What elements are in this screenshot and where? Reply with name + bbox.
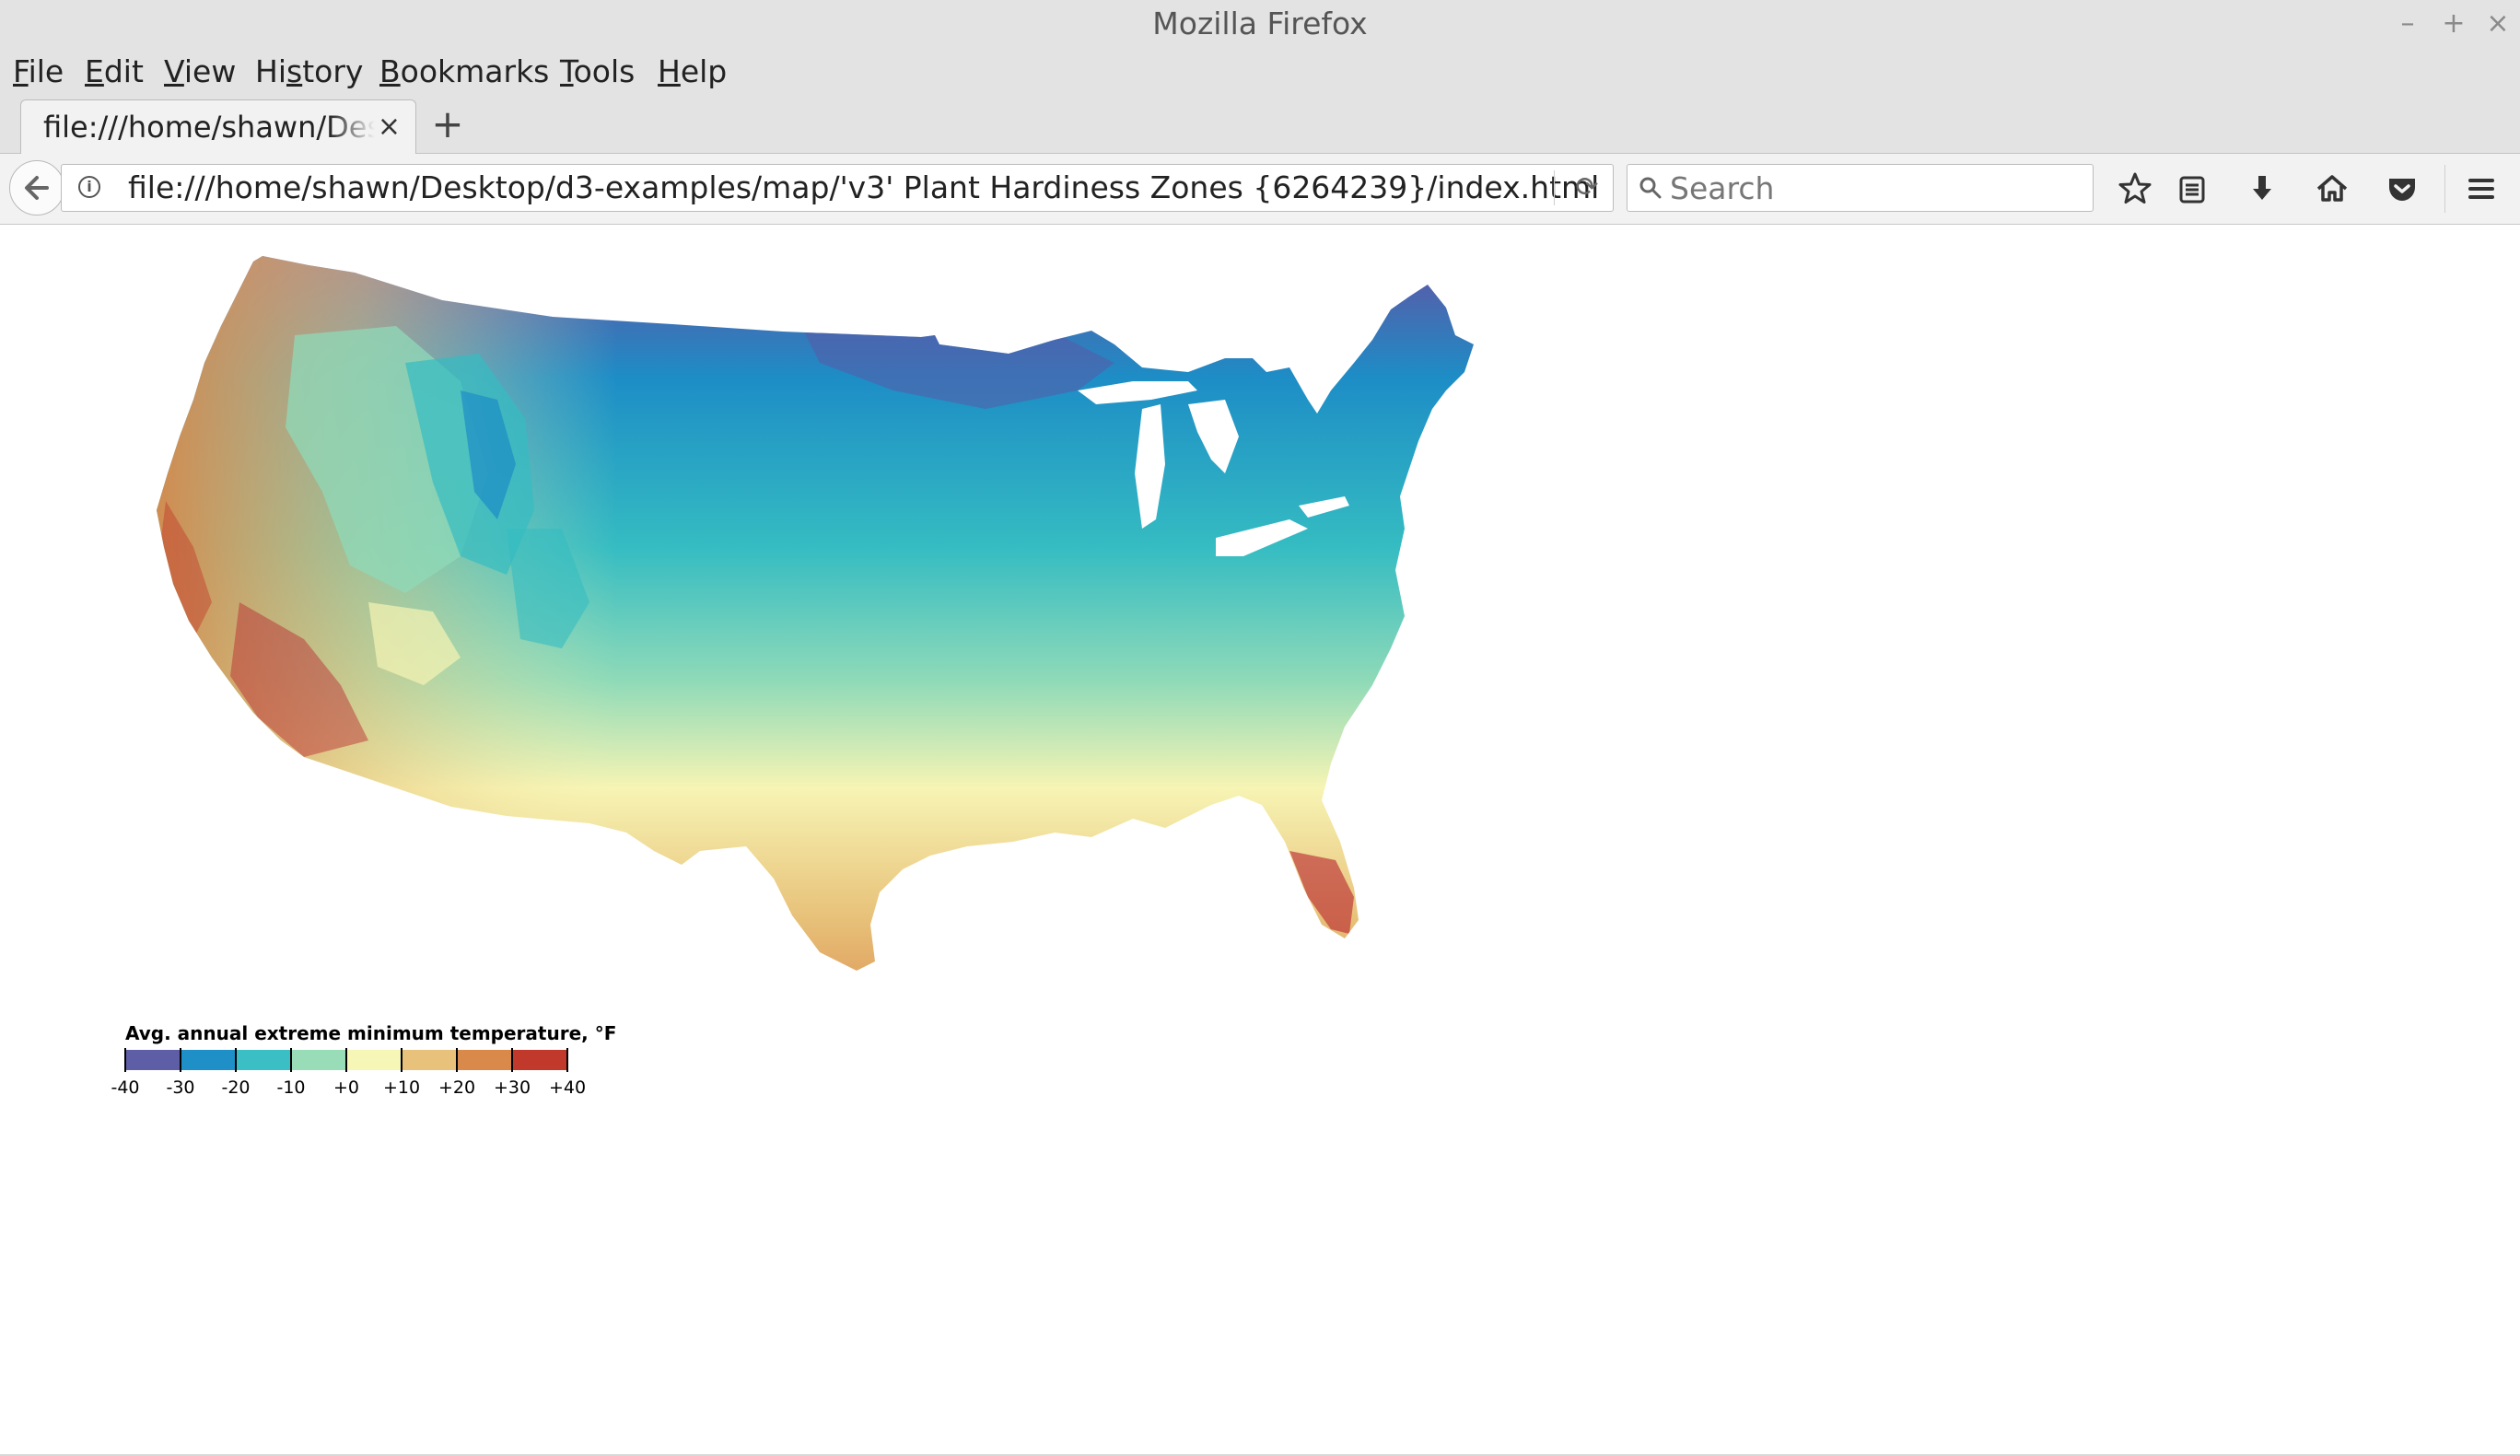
tab-strip: file:///home/shawn/Desktop/d3-examples/m…: [0, 96, 2520, 154]
legend-tick-label: +40: [548, 1077, 587, 1098]
search-icon: [1639, 177, 1662, 199]
legend-swatch: [125, 1050, 181, 1070]
legend-swatch: [346, 1050, 402, 1070]
legend-swatch: [457, 1050, 512, 1070]
bookmark-star-icon[interactable]: [2113, 167, 2157, 211]
window-titlebar: Mozilla Firefox – + ×: [0, 0, 2520, 48]
new-tab-button[interactable]: +: [429, 96, 466, 153]
legend-swatch: [402, 1050, 457, 1070]
legend-tick: [124, 1048, 126, 1072]
legend-title: Avg. annual extreme minimum temperature,…: [125, 1022, 617, 1044]
legend-tick: [345, 1048, 347, 1072]
menubar: File Edit View History Bookmarks Tools H…: [0, 48, 2520, 96]
reload-icon[interactable]: ⟳: [1567, 165, 1607, 211]
url-bar[interactable]: i file:///home/shawn/Desktop/d3-examples…: [61, 164, 1614, 212]
legend-tick: [180, 1048, 181, 1072]
legend-swatch: [291, 1050, 346, 1070]
home-icon[interactable]: [2310, 167, 2354, 211]
info-icon[interactable]: i: [78, 176, 100, 198]
url-separator: [1554, 170, 1555, 205]
legend-tick: [290, 1048, 292, 1072]
window-title: Mozilla Firefox: [1152, 6, 1368, 41]
search-bar[interactable]: [1627, 164, 2094, 212]
legend-swatch: [181, 1050, 236, 1070]
navigation-toolbar: i file:///home/shawn/Desktop/d3-examples…: [0, 154, 2520, 225]
close-window-button[interactable]: ×: [2479, 0, 2516, 48]
hamburger-menu-icon[interactable]: [2459, 167, 2503, 211]
back-arrow-icon: [25, 176, 49, 200]
menu-tools[interactable]: Tools: [560, 48, 635, 96]
menu-edit[interactable]: Edit: [85, 48, 144, 96]
search-input[interactable]: [1668, 169, 2077, 207]
menu-bookmarks[interactable]: Bookmarks: [379, 48, 549, 96]
pocket-icon[interactable]: [2380, 167, 2424, 211]
menu-file[interactable]: File: [13, 48, 64, 96]
menu-history[interactable]: History: [255, 48, 363, 96]
legend-tick: [566, 1048, 568, 1072]
toolbar-separator: [2444, 165, 2445, 213]
legend-tick: [235, 1048, 237, 1072]
menu-view[interactable]: View: [164, 48, 236, 96]
back-button[interactable]: [9, 160, 64, 215]
url-text[interactable]: file:///home/shawn/Desktop/d3-examples/m…: [128, 165, 1599, 211]
legend-swatch: [512, 1050, 567, 1070]
legend-swatch: [236, 1050, 291, 1070]
minimize-button[interactable]: –: [2389, 0, 2426, 48]
legend-color-bar: [124, 1048, 568, 1072]
tab-active[interactable]: file:///home/shawn/Desktop/d3-examples/m…: [20, 99, 416, 154]
maximize-button[interactable]: +: [2435, 0, 2472, 48]
download-icon[interactable]: [2240, 167, 2284, 211]
legend-tick: [456, 1048, 458, 1072]
tab-title: file:///home/shawn/Desktop/d3-examples/m…: [43, 100, 375, 154]
legend-tick: [511, 1048, 513, 1072]
legend-tick: [401, 1048, 402, 1072]
page-content: Avg. annual extreme minimum temperature,…: [0, 225, 2520, 1456]
reading-list-icon[interactable]: [2170, 167, 2214, 211]
menu-help[interactable]: Help: [658, 48, 727, 96]
plant-hardiness-map: [157, 256, 1474, 971]
temperature-legend: Avg. annual extreme minimum temperature,…: [101, 1022, 654, 1124]
tab-close-icon[interactable]: ×: [378, 100, 401, 154]
